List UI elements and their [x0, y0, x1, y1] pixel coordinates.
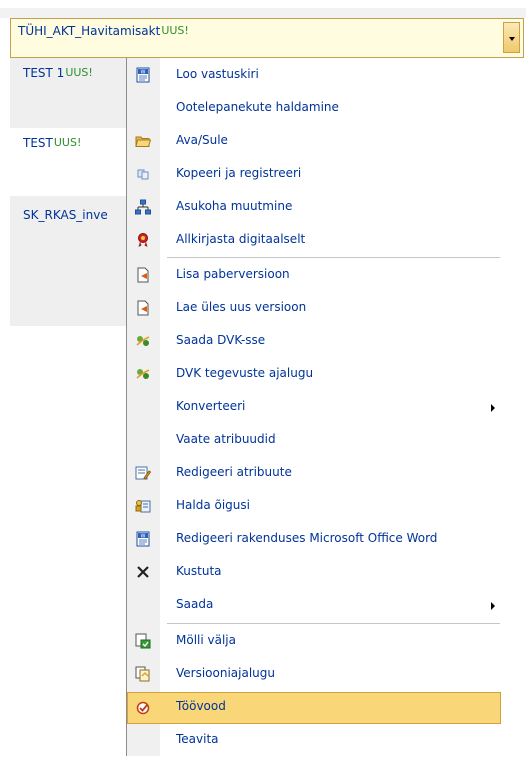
document-arrow-icon [137, 300, 149, 316]
new-badge: UUS! [65, 66, 93, 79]
list-item-title-text[interactable]: SK_RKAS_inve [23, 208, 108, 222]
chevron-down-icon [509, 37, 515, 41]
menu-item-saada-dvk-sse[interactable]: Saada DVK-sse [127, 326, 501, 358]
list-item-title[interactable]: SK_RKAS_inve [23, 208, 108, 222]
menu-item-label[interactable]: Ava/Sule [176, 133, 228, 147]
menu-item-label[interactable]: Kopeeri ja registreeri [176, 166, 301, 180]
menu-item-ava-sule[interactable]: Ava/Sule [127, 126, 501, 158]
menu-item-label[interactable]: Ootelepanekute haldamine [176, 100, 339, 114]
menu-item-vaate-atribuudid[interactable]: Vaate atribuudid [127, 425, 501, 457]
svg-text:W: W [141, 69, 146, 75]
svg-text:W: W [141, 533, 146, 539]
list-item-title[interactable]: TEST 1UUS! [23, 66, 93, 80]
menu-separator [167, 257, 500, 258]
dvk-send-icon [136, 369, 150, 379]
list-item-title-text[interactable]: TEST [23, 136, 53, 150]
copy-icon [137, 169, 149, 180]
delete-x-icon [137, 566, 149, 578]
edit-properties-icon [135, 466, 151, 480]
selected-document-title[interactable]: TÜHI_AKT_HavitamisaktUUS! [18, 24, 189, 38]
menu-item-dvk-tegevuste-ajalugu[interactable]: DVK tegevuste ajalugu [127, 359, 501, 391]
selected-document-item[interactable]: TÜHI_AKT_HavitamisaktUUS! [10, 18, 524, 58]
top-strip [0, 0, 526, 8]
menu-item-label[interactable]: Saada [176, 597, 213, 611]
menu-item-label[interactable]: Vaate atribuudid [176, 432, 276, 446]
menu-item-toovood[interactable]: Töövood [127, 692, 501, 724]
menu-item-allkirjasta-digitaalselt[interactable]: Allkirjasta digitaalselt [127, 225, 501, 257]
list-item[interactable]: TEST 1UUS! [10, 58, 128, 128]
context-menu: W Loo vastuskiri Ootelepanekute haldamin… [126, 58, 501, 756]
word-document-icon: W [136, 531, 150, 547]
list-item[interactable]: TESTUUS! [10, 128, 128, 196]
list-item[interactable]: SK_RKAS_inve [10, 196, 128, 326]
menu-item-label[interactable]: DVK tegevuste ajalugu [176, 366, 313, 380]
selected-document-title-text[interactable]: TÜHI_AKT_Havitamisakt [18, 24, 160, 38]
menu-item-label[interactable]: Redigeeri atribuute [176, 465, 292, 479]
menu-item-kopeeri-ja-registreeri[interactable]: Kopeeri ja registreeri [127, 159, 501, 191]
menu-item-teavita[interactable]: Teavita [127, 725, 501, 757]
new-badge: UUS! [53, 136, 82, 149]
menu-item-label[interactable]: Lae üles uus versioon [176, 300, 306, 314]
list-item-title[interactable]: TESTUUS! [23, 136, 81, 150]
dvk-send-icon [136, 336, 150, 346]
workflow-icon [136, 701, 150, 715]
menu-item-label[interactable]: Lisa paberversioon [176, 267, 290, 281]
menu-item-label[interactable]: Asukoha muutmine [176, 199, 292, 213]
menu-item-label[interactable]: Töövood [176, 699, 226, 713]
menu-item-kustuta[interactable]: Kustuta [127, 557, 501, 589]
menu-item-label[interactable]: Konverteeri [176, 399, 245, 413]
menu-item-redigeeri-atribuute[interactable]: Redigeeri atribuute [127, 458, 501, 490]
header-strip [0, 8, 526, 18]
menu-item-konverteeri[interactable]: Konverteeri [127, 392, 501, 424]
menu-item-ootelepanekute-haldamine[interactable]: Ootelepanekute haldamine [127, 93, 501, 125]
hierarchy-icon [135, 199, 151, 215]
menu-item-asukoha-muutmine[interactable]: Asukoha muutmine [127, 192, 501, 224]
menu-item-label[interactable]: Versiooniajalugu [176, 666, 275, 680]
menu-item-lisa-paberversioon[interactable]: Lisa paberversioon [127, 260, 501, 292]
document-arrow-icon [137, 267, 149, 283]
item-menu-dropdown-button[interactable] [503, 22, 520, 53]
list-item-title-text[interactable]: TEST 1 [23, 66, 64, 80]
word-document-icon: W [136, 67, 150, 83]
permissions-icon [135, 500, 151, 513]
submenu-arrow-icon [491, 602, 495, 610]
menu-item-halda-oigusi[interactable]: Halda õigusi [127, 491, 501, 523]
menu-item-lae-yles-uus-versioon[interactable]: Lae üles uus versioon [127, 293, 501, 325]
menu-item-label[interactable]: Allkirjasta digitaalselt [176, 232, 305, 246]
menu-item-versiooniajalugu[interactable]: Versiooniajalugu [127, 659, 501, 691]
menu-item-loo-vastuskiri[interactable]: W Loo vastuskiri [127, 60, 501, 92]
menu-item-label[interactable]: Halda õigusi [176, 498, 250, 512]
version-history-icon [135, 666, 150, 682]
open-folder-icon [135, 136, 151, 147]
menu-item-label[interactable]: Kustuta [176, 564, 222, 578]
submenu-arrow-icon [491, 404, 495, 412]
new-badge: UUS! [161, 24, 189, 37]
menu-item-label[interactable]: Mölli välja [176, 633, 236, 647]
menu-item-molli-valja[interactable]: Mölli välja [127, 626, 501, 658]
menu-item-saada[interactable]: Saada [127, 590, 501, 622]
menu-item-redigeeri-wordis[interactable]: W Redigeeri rakenduses Microsoft Office … [127, 524, 501, 556]
check-out-icon [135, 633, 151, 649]
menu-item-label[interactable]: Loo vastuskiri [176, 67, 259, 81]
menu-item-label[interactable]: Teavita [176, 732, 219, 746]
menu-item-label[interactable]: Redigeeri rakenduses Microsoft Office Wo… [176, 531, 437, 545]
menu-item-label[interactable]: Saada DVK-sse [176, 333, 265, 347]
menu-separator [167, 623, 500, 624]
award-ribbon-icon [138, 233, 148, 247]
